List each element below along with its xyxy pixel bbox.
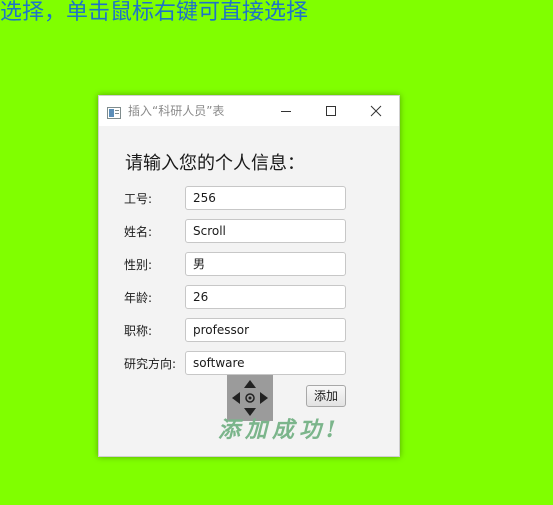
insert-researcher-dialog: 插入“科研人员”表 请输入您的个人信息： 工号: 256 姓名: Scroll …: [98, 95, 400, 457]
success-message: 添加成功!: [218, 417, 341, 443]
title-label: 职称:: [124, 324, 153, 338]
gender-field[interactable]: 男: [185, 252, 346, 276]
instruction-banner: 选择，单击鼠标右键可直接选择: [0, 0, 309, 25]
window-app-icon: [107, 104, 121, 119]
employee-id-field[interactable]: 256: [185, 186, 346, 210]
close-button[interactable]: [354, 96, 398, 126]
minimize-button[interactable]: [264, 96, 308, 126]
move-handle[interactable]: [227, 375, 273, 421]
name-field[interactable]: Scroll: [185, 219, 346, 243]
title-field[interactable]: professor: [185, 318, 346, 342]
gender-label: 性别:: [124, 258, 153, 272]
employee-id-label: 工号:: [124, 192, 153, 206]
window-title: 插入“科研人员”表: [128, 104, 225, 118]
form-heading: 请输入您的个人信息：: [125, 153, 305, 174]
close-icon: [370, 102, 382, 121]
window-titlebar[interactable]: 插入“科研人员”表: [99, 96, 399, 126]
age-field[interactable]: 26: [185, 285, 346, 309]
research-area-field[interactable]: software: [185, 351, 346, 375]
minimize-icon: [280, 102, 292, 121]
maximize-icon: [325, 102, 337, 121]
age-label: 年龄:: [124, 291, 153, 305]
research-area-label: 研究方向:: [124, 357, 177, 371]
add-button[interactable]: 添加: [306, 385, 346, 407]
name-label: 姓名:: [124, 225, 153, 239]
maximize-button[interactable]: [309, 96, 353, 126]
